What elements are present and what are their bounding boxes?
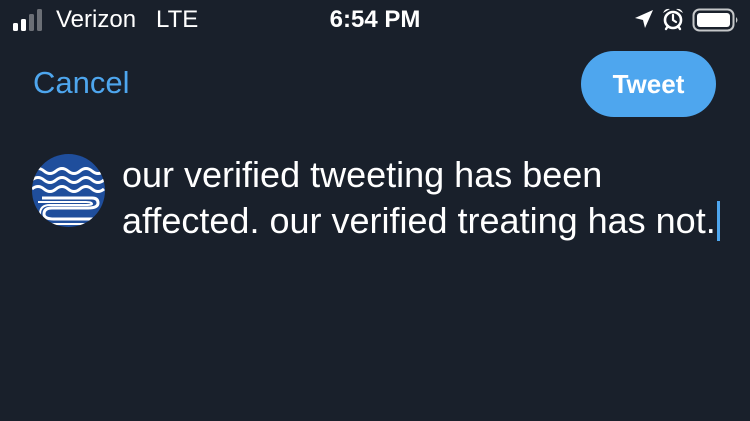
status-bar: Verizon LTE 6:54 PM [0,0,750,40]
compose-tweet-screen: Verizon LTE 6:54 PM Cancel Tweet our ver… [0,0,750,421]
location-arrow-icon [635,10,653,28]
tweet-button[interactable]: Tweet [581,51,716,117]
cancel-button[interactable]: Cancel [33,64,130,102]
avatar [32,154,105,227]
alarm-clock-icon [663,8,683,31]
tweet-text: our verified tweeting has been affected.… [122,154,716,241]
tweet-compose-input[interactable]: our verified tweeting has been affected.… [122,152,722,244]
battery-icon [692,8,738,32]
text-cursor [716,201,720,241]
